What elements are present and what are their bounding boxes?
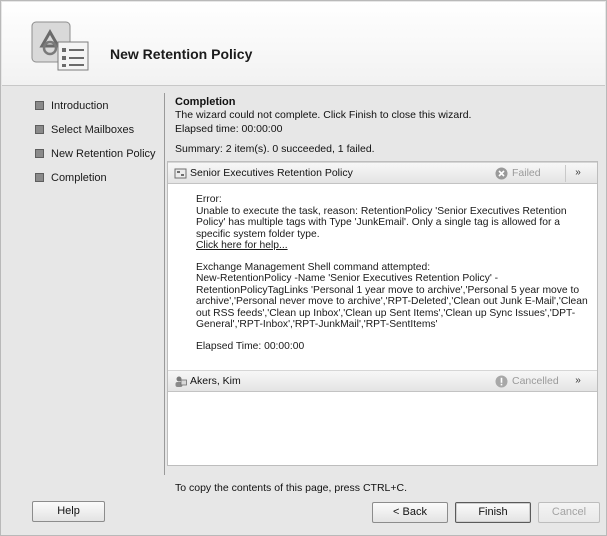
wizard-dialog: New Retention Policy Introduction Select… — [0, 0, 607, 536]
task-header-akers-kim[interactable]: Akers, Kim Cancelled » — [168, 370, 597, 392]
wizard-steps: Introduction Select Mailboxes New Retent… — [31, 99, 161, 195]
step-bullet-icon — [35, 101, 44, 110]
step-bullet-icon — [35, 173, 44, 182]
step-label: New Retention Policy — [51, 148, 156, 160]
wizard-title: New Retention Policy — [110, 46, 253, 62]
command-text: New-RetentionPolicy -Name 'Senior Execut… — [196, 273, 588, 330]
help-link[interactable]: Click here for help... — [196, 240, 288, 251]
step-label: Completion — [51, 172, 107, 184]
copy-hint: To copy the contents of this page, press… — [175, 482, 407, 494]
back-button[interactable]: < Back — [372, 502, 448, 523]
task-results-panel[interactable]: Senior Executives Retention Policy Faile… — [167, 161, 598, 466]
error-text: Unable to execute the task, reason: Rete… — [196, 205, 567, 240]
task-status: Failed — [512, 167, 541, 179]
completion-section: Completion The wizard could not complete… — [175, 96, 595, 156]
step-label: Introduction — [51, 100, 109, 112]
finish-button[interactable]: Finish — [455, 502, 531, 523]
completion-message: The wizard could not complete. Click Fin… — [175, 109, 472, 121]
recycle-policy-icon — [31, 21, 89, 71]
task-elapsed-time: Elapsed Time: 00:00:00 — [196, 340, 305, 352]
section-title: Completion — [175, 96, 236, 108]
command-label: Exchange Management Shell command attemp… — [196, 261, 431, 273]
failed-status-icon — [495, 167, 508, 180]
vertical-divider — [164, 93, 165, 475]
collapse-chevron-icon[interactable]: » — [570, 374, 586, 388]
step-select-mailboxes[interactable]: Select Mailboxes — [31, 123, 161, 147]
task-detail: Error: Unable to execute the task, reaso… — [196, 194, 588, 352]
task-header-senior-executives[interactable]: Senior Executives Retention Policy Faile… — [168, 162, 597, 184]
step-label: Select Mailboxes — [51, 124, 135, 136]
step-completion[interactable]: Completion — [31, 171, 161, 195]
task-name: Akers, Kim — [190, 375, 241, 387]
collapse-chevron-icon[interactable]: » — [570, 166, 586, 180]
policy-task-icon — [174, 168, 187, 179]
elapsed-time: Elapsed time: 00:00:00 — [175, 123, 283, 135]
summary-text: Summary: 2 item(s). 0 succeeded, 1 faile… — [175, 143, 375, 155]
step-new-retention-policy[interactable]: New Retention Policy — [31, 147, 161, 171]
step-bullet-icon — [35, 125, 44, 134]
bar-separator — [565, 165, 566, 182]
error-label: Error: — [196, 194, 222, 205]
wizard-header: New Retention Policy — [2, 2, 605, 86]
help-button[interactable]: Help — [32, 501, 105, 522]
step-introduction[interactable]: Introduction — [31, 99, 161, 123]
task-name: Senior Executives Retention Policy — [190, 167, 353, 179]
cancel-button[interactable]: Cancel — [538, 502, 600, 523]
task-status: Cancelled — [512, 375, 559, 387]
mailbox-user-icon — [175, 376, 187, 387]
step-bullet-icon — [35, 149, 44, 158]
cancelled-status-icon — [495, 375, 508, 388]
